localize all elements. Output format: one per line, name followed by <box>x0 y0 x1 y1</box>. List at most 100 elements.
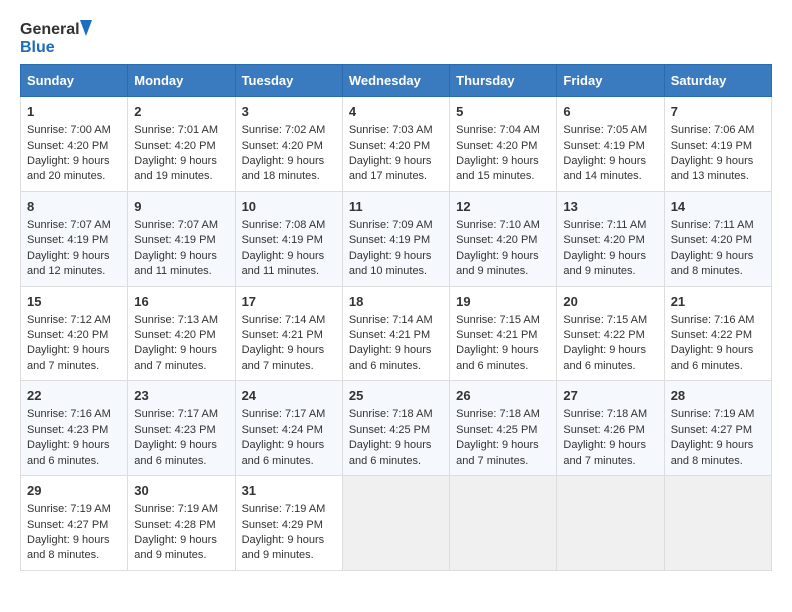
calendar-cell: 19Sunrise: 7:15 AMSunset: 4:21 PMDayligh… <box>450 286 557 381</box>
sunset-label: Sunset: 4:20 PM <box>134 329 215 341</box>
day-number: 22 <box>27 387 121 405</box>
calendar-cell: 15Sunrise: 7:12 AMSunset: 4:20 PMDayligh… <box>21 286 128 381</box>
calendar-cell <box>664 476 771 571</box>
day-number: 27 <box>563 387 657 405</box>
sunrise-label: Sunrise: 7:09 AM <box>349 219 433 231</box>
day-number: 13 <box>563 198 657 216</box>
day-number: 1 <box>27 103 121 121</box>
sunset-label: Sunset: 4:22 PM <box>563 329 644 341</box>
sunset-label: Sunset: 4:19 PM <box>242 234 323 246</box>
logo: GeneralBlue <box>20 16 100 58</box>
sunrise-label: Sunrise: 7:16 AM <box>671 314 755 326</box>
daylight-label: Daylight: 9 hours and 8 minutes. <box>27 534 110 561</box>
day-number: 12 <box>456 198 550 216</box>
sunrise-label: Sunrise: 7:18 AM <box>349 408 433 420</box>
daylight-label: Daylight: 9 hours and 10 minutes. <box>349 250 432 277</box>
daylight-label: Daylight: 9 hours and 7 minutes. <box>563 439 646 466</box>
sunset-label: Sunset: 4:27 PM <box>27 519 108 531</box>
week-row-1: 1Sunrise: 7:00 AMSunset: 4:20 PMDaylight… <box>21 97 772 192</box>
daylight-label: Daylight: 9 hours and 9 minutes. <box>456 250 539 277</box>
calendar-cell: 5Sunrise: 7:04 AMSunset: 4:20 PMDaylight… <box>450 97 557 192</box>
calendar-cell: 11Sunrise: 7:09 AMSunset: 4:19 PMDayligh… <box>342 191 449 286</box>
daylight-label: Daylight: 9 hours and 19 minutes. <box>134 155 217 182</box>
day-number: 20 <box>563 293 657 311</box>
daylight-label: Daylight: 9 hours and 6 minutes. <box>349 344 432 371</box>
calendar-cell: 9Sunrise: 7:07 AMSunset: 4:19 PMDaylight… <box>128 191 235 286</box>
daylight-label: Daylight: 9 hours and 6 minutes. <box>563 344 646 371</box>
daylight-label: Daylight: 9 hours and 6 minutes. <box>27 439 110 466</box>
svg-text:Blue: Blue <box>20 39 55 56</box>
day-number: 6 <box>563 103 657 121</box>
svg-text:General: General <box>20 21 80 38</box>
week-row-2: 8 Sunrise: 7:07 AM Sunset: 4:19 PM Daylight… <box>21 191 772 286</box>
sunrise-label: Sunrise: 7:12 AM <box>27 314 111 326</box>
calendar-cell: 31Sunrise: 7:19 AMSunset: 4:29 PMDayligh… <box>235 476 342 571</box>
sunrise-label: Sunrise: 7:03 AM <box>349 124 433 136</box>
calendar-cell: 14Sunrise: 7:11 AMSunset: 4:20 PMDayligh… <box>664 191 771 286</box>
sunrise-label: Sunrise: 7:05 AM <box>563 124 647 136</box>
day-number: 25 <box>349 387 443 405</box>
sunset-label: Sunset: 4:19 PM <box>671 140 752 152</box>
sunrise-label: Sunrise: 7:01 AM <box>134 124 218 136</box>
calendar-cell: 21Sunrise: 7:16 AMSunset: 4:22 PMDayligh… <box>664 286 771 381</box>
sunrise-label: Sunrise: 7:08 AM <box>242 219 326 231</box>
sunset-label: Sunset: 4:20 PM <box>349 140 430 152</box>
calendar-cell: 28Sunrise: 7:19 AMSunset: 4:27 PMDayligh… <box>664 381 771 476</box>
day-number: 11 <box>349 198 443 216</box>
day-number: 17 <box>242 293 336 311</box>
daylight-label: Daylight: 9 hours and 13 minutes. <box>671 155 754 182</box>
calendar-cell: 22Sunrise: 7:16 AMSunset: 4:23 PMDayligh… <box>21 381 128 476</box>
page-header: GeneralBlue <box>20 16 772 58</box>
sunrise-label: Sunrise: 7:15 AM <box>563 314 647 326</box>
week-row-5: 29 Sunrise: 7:19 AM Sunset: 4:27 PM Dayligh… <box>21 476 772 571</box>
sunrise-label: Sunrise: 7:19 AM <box>242 503 326 515</box>
week-row-4: 22Sunrise: 7:16 AMSunset: 4:23 PMDayligh… <box>21 381 772 476</box>
calendar-cell: 13Sunrise: 7:11 AMSunset: 4:20 PMDayligh… <box>557 191 664 286</box>
sunrise-label: Sunrise: 7:14 AM <box>349 314 433 326</box>
sunrise-label: Sunrise: 7:15 AM <box>456 314 540 326</box>
daylight-label: Daylight: 9 hours and 20 minutes. <box>27 155 110 182</box>
day-number: 14 <box>671 198 765 216</box>
calendar-cell: 24Sunrise: 7:17 AMSunset: 4:24 PMDayligh… <box>235 381 342 476</box>
daylight-label: Daylight: 9 hours and 6 minutes. <box>349 439 432 466</box>
col-header-saturday: Saturday <box>664 65 771 97</box>
day-number: 2 <box>134 103 228 121</box>
sunrise-label: Sunrise: 7:07 AM <box>134 219 218 231</box>
daylight-label: Daylight: 9 hours and 6 minutes. <box>456 344 539 371</box>
day-number: 10 <box>242 198 336 216</box>
sunrise-label: Sunrise: 7:18 AM <box>456 408 540 420</box>
daylight-label: Daylight: 9 hours and 6 minutes. <box>671 344 754 371</box>
sunset-label: Sunset: 4:19 PM <box>563 140 644 152</box>
daylight-label: Daylight: 9 hours and 15 minutes. <box>456 155 539 182</box>
sunrise-label: Sunrise: 7:10 AM <box>456 219 540 231</box>
day-number: 8 <box>27 198 121 216</box>
sunset-label: Sunset: 4:23 PM <box>134 424 215 436</box>
day-number: 21 <box>671 293 765 311</box>
sunset-label: Sunset: 4:20 PM <box>134 140 215 152</box>
sunrise-label: Sunrise: 7:19 AM <box>134 503 218 515</box>
day-number: 29 <box>27 482 121 500</box>
calendar-cell: 17Sunrise: 7:14 AMSunset: 4:21 PMDayligh… <box>235 286 342 381</box>
day-number: 4 <box>349 103 443 121</box>
day-number: 30 <box>134 482 228 500</box>
day-number: 23 <box>134 387 228 405</box>
day-number: 28 <box>671 387 765 405</box>
sunrise-label: Sunrise: 7:17 AM <box>242 408 326 420</box>
calendar-cell: 7Sunrise: 7:06 AMSunset: 4:19 PMDaylight… <box>664 97 771 192</box>
calendar-cell: 1Sunrise: 7:00 AMSunset: 4:20 PMDaylight… <box>21 97 128 192</box>
daylight-label: Daylight: 9 hours and 14 minutes. <box>563 155 646 182</box>
sunset-label: Sunset: 4:27 PM <box>671 424 752 436</box>
daylight-label: Daylight: 9 hours and 7 minutes. <box>456 439 539 466</box>
week-row-3: 15Sunrise: 7:12 AMSunset: 4:20 PMDayligh… <box>21 286 772 381</box>
sunset-label: Sunset: 4:24 PM <box>242 424 323 436</box>
daylight-label: Daylight: 9 hours and 17 minutes. <box>349 155 432 182</box>
calendar-cell: 30Sunrise: 7:19 AMSunset: 4:28 PMDayligh… <box>128 476 235 571</box>
sunset-label: Sunset: 4:25 PM <box>456 424 537 436</box>
calendar-cell: 29Sunrise: 7:19 AMSunset: 4:27 PMDayligh… <box>21 476 128 571</box>
sunrise-label: Sunrise: 7:06 AM <box>671 124 755 136</box>
calendar-cell: 4 Sunrise: 7:03 AM Sunset: 4:20 PM Daylight… <box>342 97 449 192</box>
calendar-cell: 10Sunrise: 7:08 AMSunset: 4:19 PMDayligh… <box>235 191 342 286</box>
calendar-cell: 16Sunrise: 7:13 AMSunset: 4:20 PMDayligh… <box>128 286 235 381</box>
sunset-label: Sunset: 4:21 PM <box>456 329 537 341</box>
col-header-sunday: Sunday <box>21 65 128 97</box>
